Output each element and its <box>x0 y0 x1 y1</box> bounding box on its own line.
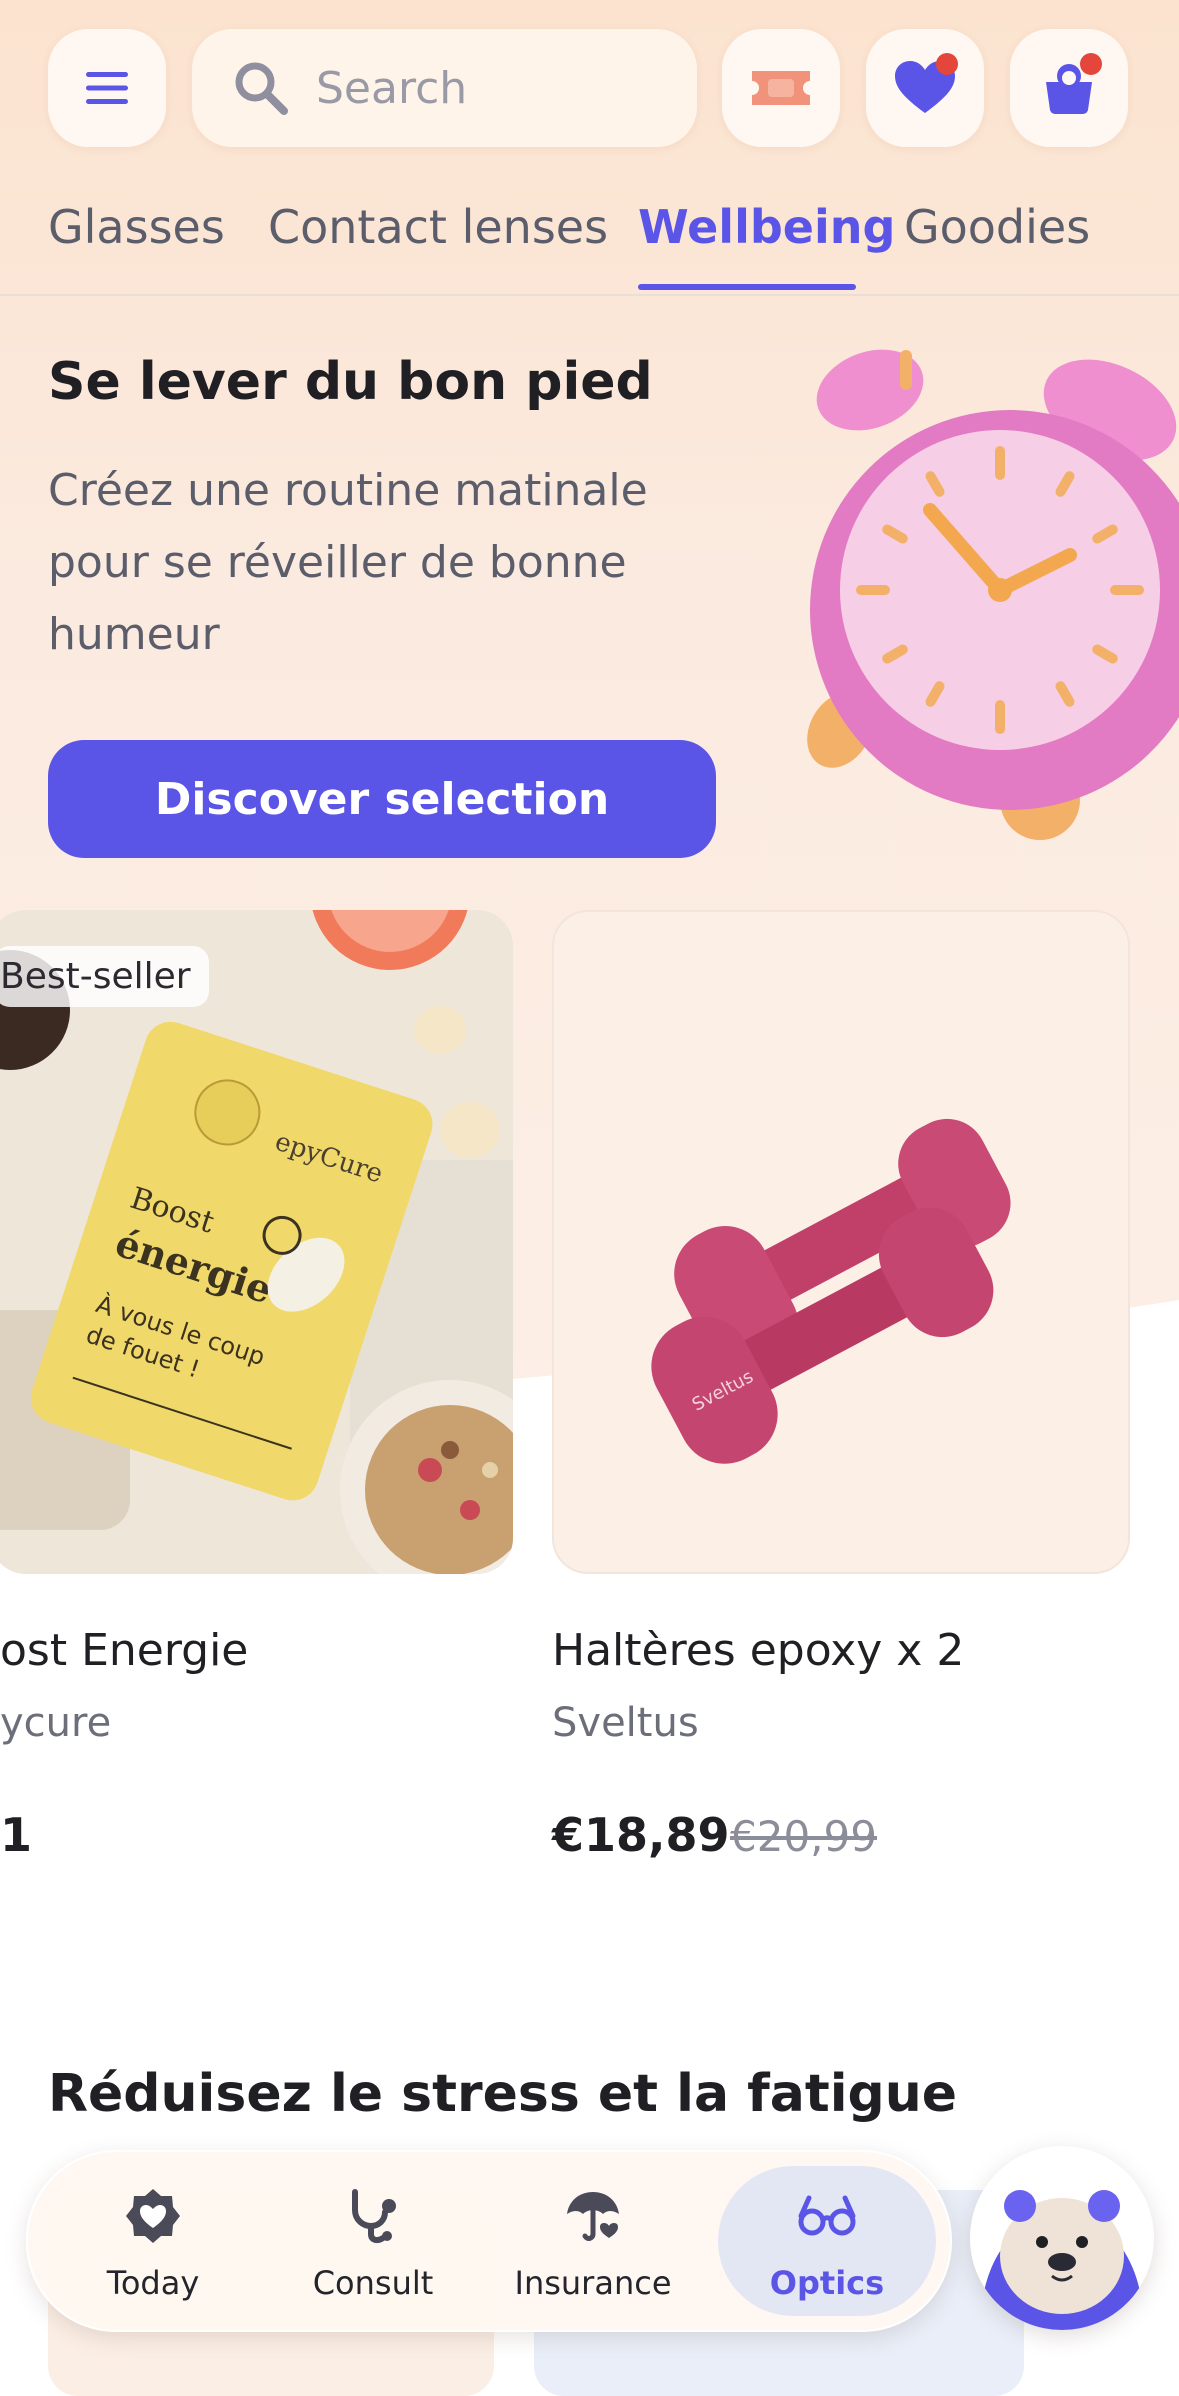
active-tab-indicator <box>638 284 856 290</box>
nav-label: Insurance <box>514 2264 672 2302</box>
dumbbell-icon: Sveltus <box>651 1118 1011 1464</box>
notification-dot <box>1080 53 1102 75</box>
tab-wellbeing[interactable]: Wellbeing <box>638 200 895 254</box>
product-name[interactable]: ost Energie <box>0 1625 248 1676</box>
menu-button[interactable] <box>48 29 166 147</box>
cart-button[interactable] <box>1010 29 1128 147</box>
nav-consult[interactable]: Consult <box>268 2152 478 2330</box>
nav-label: Today <box>106 2264 200 2302</box>
product-image-halteres[interactable]: Sveltus <box>552 910 1130 1574</box>
stethoscope-icon <box>352 2189 396 2244</box>
product-image-boost-energie[interactable]: epyCure Boost énergie À vous le coup de … <box>0 910 513 1574</box>
search-input[interactable]: Search <box>192 29 697 147</box>
nav-optics[interactable]: Optics <box>722 2152 932 2330</box>
coupons-button[interactable] <box>722 29 840 147</box>
tab-glasses[interactable]: Glasses <box>48 200 225 254</box>
product-old-price: €20,99 <box>730 1812 877 1861</box>
hamburger-menu-icon <box>86 72 128 104</box>
best-seller-badge: Best-seller <box>0 946 209 1007</box>
umbrella-heart-icon <box>567 2192 619 2241</box>
product-brand: ycure <box>0 1700 112 1746</box>
glasses-icon <box>798 2195 856 2236</box>
nav-label: Consult <box>312 2264 434 2302</box>
hero-subtitle: Créez une routine matinale pour se révei… <box>48 465 648 660</box>
section-title: Réduisez le stress et la fatigue <box>48 2064 958 2124</box>
search-placeholder: Search <box>316 62 468 114</box>
category-tabs: Glasses Contact lenses Wellbeing Goodies <box>0 200 1179 296</box>
bear-mascot-icon <box>970 2146 1154 2330</box>
bottom-navigation: Today Consult Insurance Optics <box>26 2150 952 2332</box>
favorites-button[interactable] <box>866 29 984 147</box>
tab-contact-lenses[interactable]: Contact lenses <box>268 200 608 254</box>
nav-insurance[interactable]: Insurance <box>488 2152 698 2330</box>
nav-label: Optics <box>769 2264 885 2302</box>
hero-title: Se lever du bon pied <box>48 352 653 412</box>
alarm-clock-illustration <box>807 349 1179 840</box>
product-brand: Sveltus <box>552 1700 699 1746</box>
assistant-mascot-button[interactable] <box>970 2146 1154 2330</box>
product-name[interactable]: Haltères epoxy x 2 <box>552 1625 964 1676</box>
product-price: €18,89 <box>552 1808 730 1862</box>
product-photo: epyCure Boost énergie À vous le coup de … <box>0 910 513 1574</box>
nav-today[interactable]: Today <box>48 2152 258 2330</box>
heart-badge-icon <box>126 2189 180 2243</box>
product-price: 1 <box>0 1808 33 1862</box>
notification-dot <box>936 53 958 75</box>
discover-selection-button[interactable]: Discover selection <box>48 740 716 858</box>
ticket-icon <box>752 71 810 105</box>
search-icon <box>235 62 288 115</box>
tab-goodies[interactable]: Goodies <box>904 200 1090 254</box>
